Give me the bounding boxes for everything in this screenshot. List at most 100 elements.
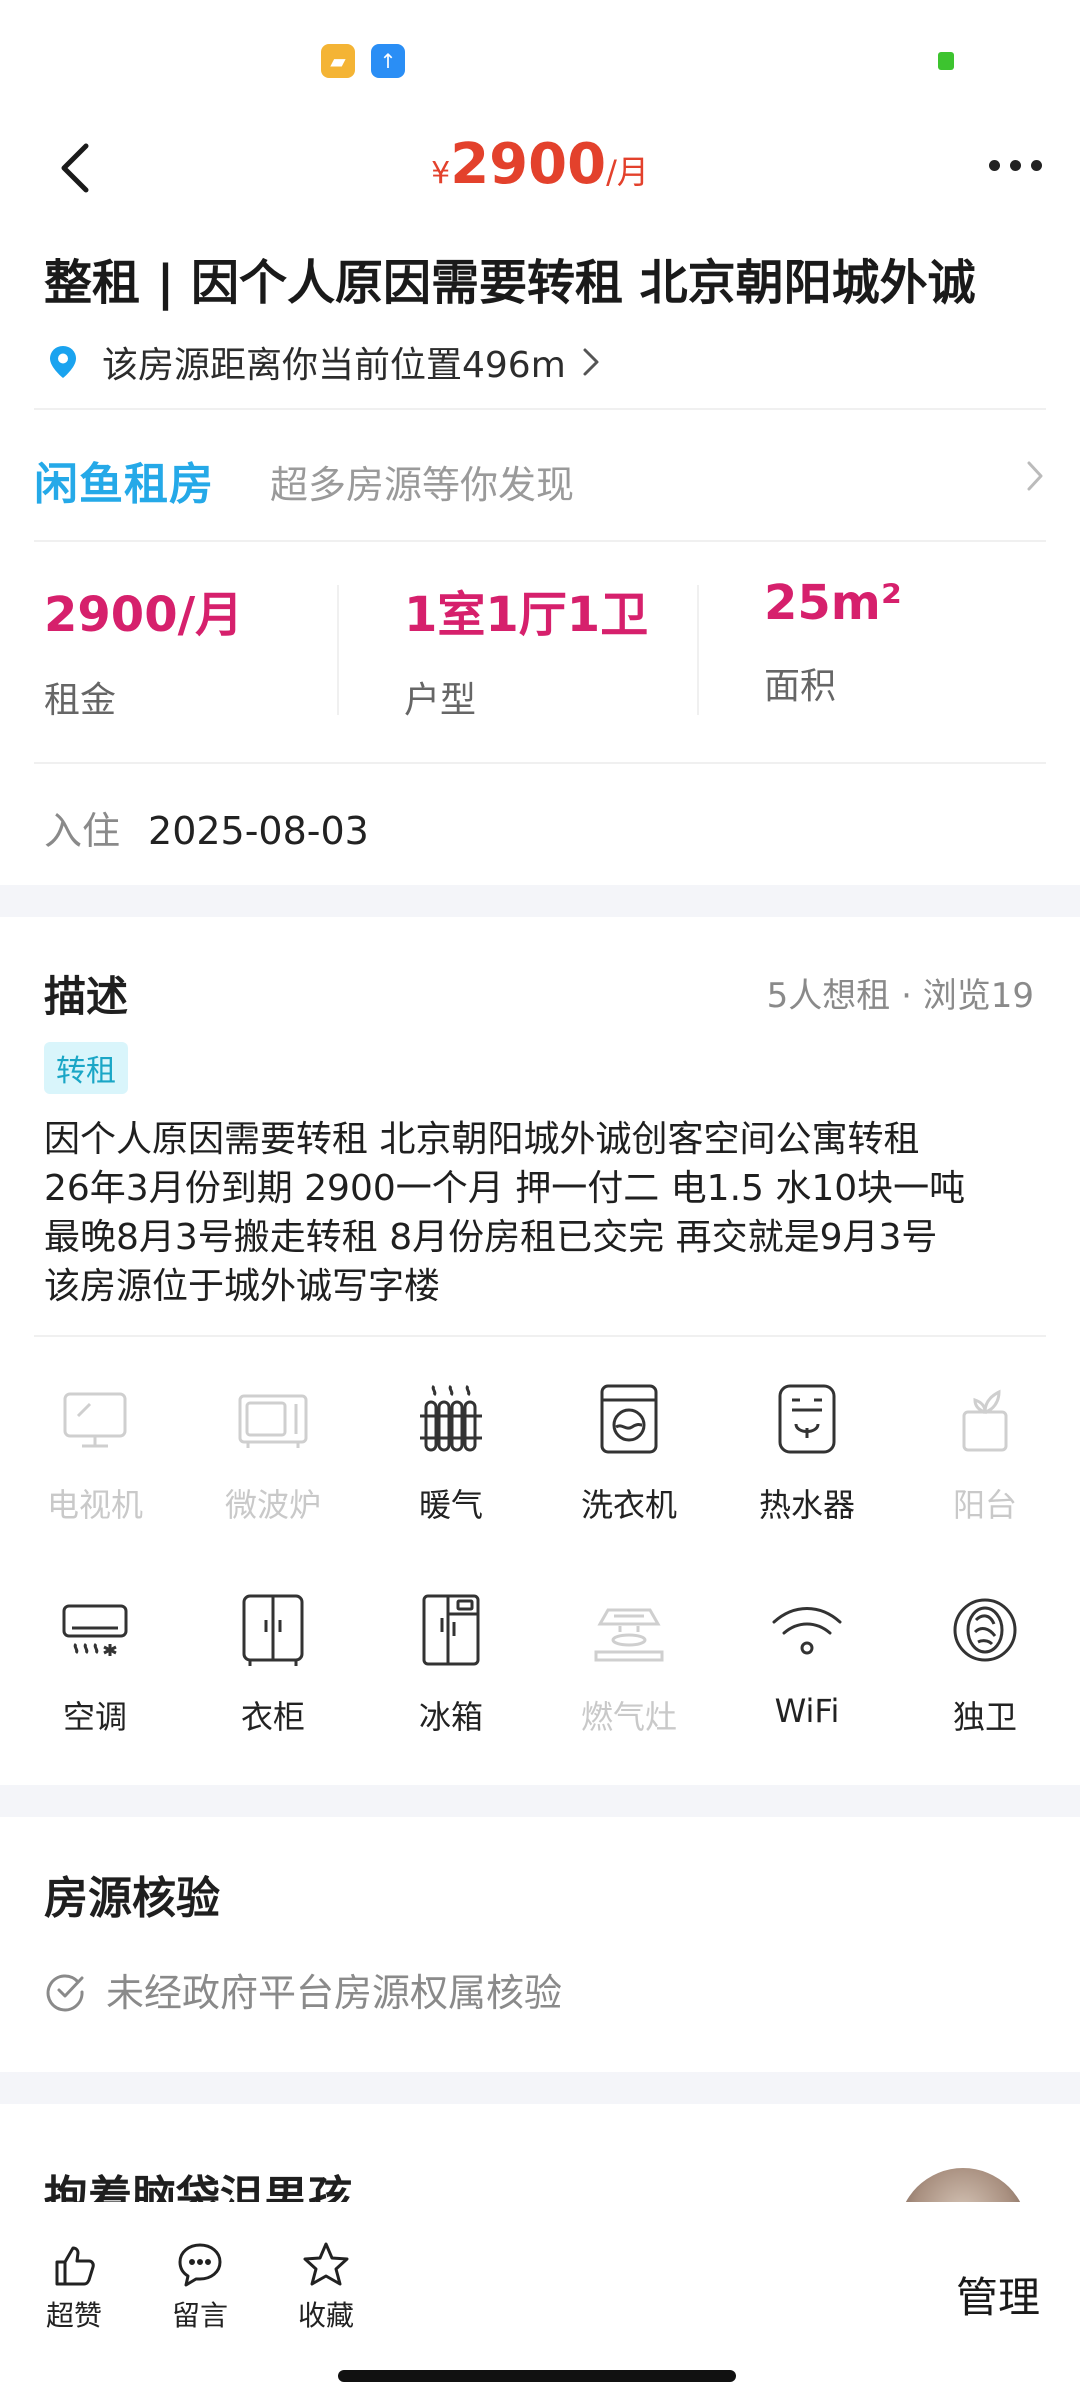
- amenity-label: 冰箱: [418, 1698, 483, 1736]
- gas-stove-icon: [594, 1608, 664, 1662]
- private-bathroom-icon: [953, 1598, 1017, 1662]
- divider: [34, 1335, 1046, 1337]
- battery-icon: [938, 52, 954, 70]
- more-dots-icon[interactable]: [989, 160, 1042, 171]
- balcony-plant-icon: [962, 1389, 1008, 1452]
- amenity-label: 空调: [62, 1698, 127, 1736]
- home-indicator[interactable]: [338, 2370, 736, 2382]
- section-gap: [0, 885, 1080, 917]
- section-gap: [0, 1785, 1080, 1817]
- air-conditioner-icon: [62, 1604, 128, 1656]
- amenity-microwave: 微波炉: [184, 1380, 362, 1526]
- brand-banner[interactable]: 闲鱼租房 超多房源等你发现: [34, 410, 1046, 540]
- amenity-water-heater: 热水器: [718, 1380, 896, 1526]
- stats-row: 2900/月 租金 1室1厅1卫 户型 25m² 面积: [44, 575, 1044, 725]
- amenity-label: 燃气灶: [580, 1698, 677, 1736]
- description-title: 描述: [44, 972, 129, 1021]
- description-line: 该房源位于城外诚写字楼: [44, 1266, 441, 1307]
- brand-logo: 闲鱼租房: [34, 459, 214, 510]
- amenity-label: 洗衣机: [580, 1486, 677, 1524]
- currency-symbol: ¥: [431, 156, 451, 191]
- amenity-tv: 电视机: [6, 1380, 184, 1526]
- move-in-date: 2025-08-03: [148, 809, 369, 853]
- top-bar: ¥2900/月: [0, 120, 1080, 220]
- amenity-gas-stove: 燃气灶: [540, 1592, 718, 1738]
- stat-area-label: 面积: [764, 666, 837, 707]
- amenity-private-bathroom: 独卫: [896, 1592, 1074, 1738]
- avatar[interactable]: [898, 2168, 1028, 2202]
- amenity-label: 热水器: [758, 1486, 855, 1524]
- comment-bubble-icon: [178, 2243, 222, 2287]
- upload-app-icon: ↑: [371, 44, 405, 78]
- chevron-right-icon: [1027, 461, 1043, 491]
- microwave-icon: [238, 1394, 308, 1448]
- amenity-label: 微波炉: [224, 1486, 321, 1524]
- stat-separator: [337, 585, 339, 715]
- verification-title: 房源核验: [44, 1873, 220, 1924]
- amenity-balcony: 阳台: [896, 1380, 1074, 1526]
- description-meta: 5人想租 · 浏览19: [766, 976, 1034, 1016]
- location-link[interactable]: 该房源距离你当前位置496m: [48, 336, 602, 388]
- thumbs-up-icon: [55, 2246, 95, 2286]
- fridge-icon: [422, 1594, 480, 1666]
- amenity-radiator: 暖气: [362, 1380, 540, 1526]
- divider: [34, 540, 1046, 542]
- description-line: 最晚8月3号搬走转租 8月份房租已交完 再交就是9月3号: [44, 1217, 938, 1258]
- washing-machine-icon: [600, 1384, 658, 1454]
- like-label: 超赞: [45, 2299, 102, 2332]
- note-app-icon: ▰: [321, 44, 355, 78]
- stat-rent-value: 2900/月: [44, 587, 244, 643]
- chevron-right-icon: [583, 348, 599, 376]
- header-price: ¥2900/月: [0, 132, 1080, 197]
- manage-button[interactable]: 管理: [956, 2264, 1040, 2325]
- stat-layout-value: 1室1厅1卫: [404, 587, 649, 643]
- star-icon: [303, 2242, 349, 2286]
- amenity-wardrobe: 衣柜: [184, 1592, 362, 1738]
- amenity-ac: 空调: [6, 1592, 184, 1738]
- comment-label: 留言: [171, 2299, 228, 2332]
- verify-check-icon: [46, 1974, 84, 2011]
- stat-separator: [697, 585, 699, 715]
- header-price-value: 2900: [450, 132, 607, 197]
- divider: [34, 762, 1046, 764]
- favorite-button[interactable]: 收藏: [276, 2240, 376, 2334]
- amenity-washer: 洗衣机: [540, 1380, 718, 1526]
- verification-status-text: 未经政府平台房源权属核验: [106, 1971, 563, 2015]
- header-price-unit: /月: [606, 153, 649, 191]
- comment-button[interactable]: 留言: [150, 2240, 250, 2334]
- brand-slogan: 超多房源等你发现: [270, 463, 575, 507]
- tv-icon: [63, 1392, 127, 1448]
- verification-status: 未经政府平台房源权属核验: [44, 1962, 562, 2017]
- amenity-label: 电视机: [46, 1486, 143, 1524]
- listing-title: 整租 | 因个人原因需要转租 北京朝阳城外诚: [44, 255, 976, 311]
- stat-layout-label: 户型: [404, 680, 477, 721]
- section-gap: [0, 2072, 1080, 2104]
- radiator-icon: [420, 1384, 482, 1452]
- amenity-wifi: WiFi: [718, 1592, 896, 1730]
- description-text: 因个人原因需要转租 北京朝阳城外诚创客空间公寓转租 26年3月份到期 2900一…: [44, 1115, 1044, 1311]
- amenity-label: 独卫: [952, 1698, 1017, 1736]
- stat-rent-label: 租金: [44, 680, 117, 721]
- status-bar: ▰ ↑: [0, 0, 1080, 120]
- amenity-label: 阳台: [952, 1486, 1017, 1524]
- stat-rent: 2900/月 租金: [44, 575, 243, 725]
- amenity-fridge: 冰箱: [362, 1592, 540, 1738]
- move-in-label: 入住: [44, 809, 121, 853]
- amenity-label: 暖气: [418, 1486, 483, 1524]
- move-in-row: 入住 2025-08-03: [44, 800, 369, 855]
- amenity-label: WiFi: [774, 1692, 840, 1730]
- stat-area: 25m² 面积: [764, 575, 902, 725]
- stat-area-value: 25m²: [764, 575, 902, 631]
- seller-section-title: 抱着脑袋沮男孩: [44, 2172, 352, 2202]
- location-text: 该房源距离你当前位置496m: [102, 345, 566, 386]
- description-line: 因个人原因需要转租 北京朝阳城外诚创客空间公寓转租: [44, 1119, 920, 1160]
- sublet-tag: 转租: [44, 1042, 128, 1094]
- amenity-label: 衣柜: [240, 1698, 305, 1736]
- like-button[interactable]: 超赞: [24, 2240, 124, 2334]
- water-heater-icon: [778, 1384, 836, 1454]
- stat-layout: 1室1厅1卫 户型: [404, 575, 648, 725]
- wardrobe-icon: [242, 1594, 304, 1666]
- location-pin-icon: [50, 346, 76, 378]
- wifi-icon: [772, 1607, 842, 1655]
- description-line: 26年3月份到期 2900一个月 押一付二 电1.5 水10块一吨: [44, 1168, 966, 1209]
